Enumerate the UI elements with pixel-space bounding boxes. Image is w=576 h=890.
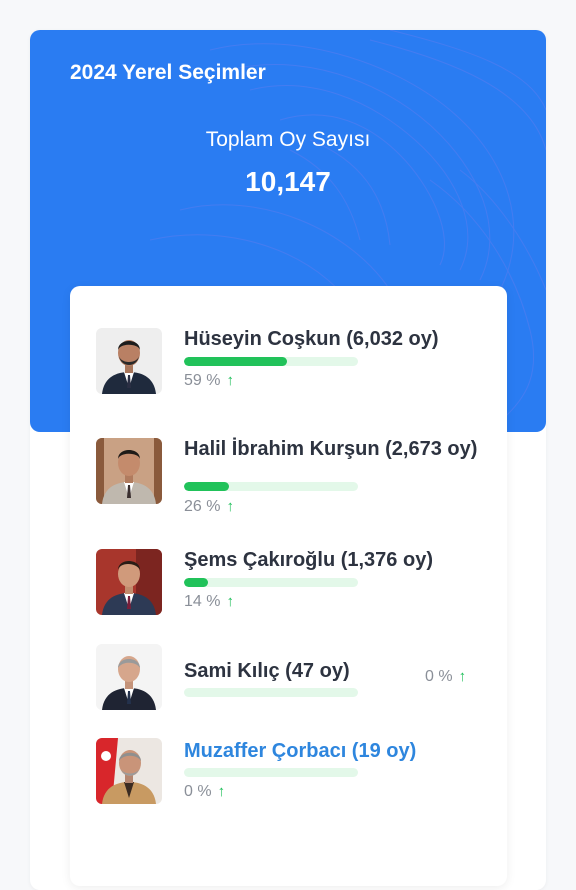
percentage-value: 59 % [184, 372, 221, 389]
percentage-value: 14 % [184, 593, 221, 610]
total-votes-label: Toplam Oy Sayısı [205, 128, 371, 151]
percentage-value: 0 % [184, 783, 212, 800]
page-title: 2024 Yerel Seçimler [70, 61, 266, 84]
arrow-up-icon: ↑ [226, 372, 234, 389]
candidate-name[interactable]: Şems Çakıroğlu (1,376 oy) [184, 545, 484, 575]
vote-percentage: 0 % ↑ [425, 668, 466, 686]
candidate-photo [96, 549, 162, 615]
candidate-photo [96, 738, 162, 804]
candidate-photo [96, 438, 162, 504]
candidate-photo [96, 644, 162, 710]
percentage-value: 0 % [425, 668, 453, 685]
results-list: Hüseyin Coşkun (6,032 oy) 59 % ↑ Halil İb… [70, 286, 507, 886]
candidate-name[interactable]: Halil İbrahim Kurşun (2,673 oy) [184, 434, 484, 464]
vote-share-bar-fill [184, 578, 209, 587]
percentage-value: 26 % [184, 498, 221, 515]
arrow-up-icon: ↑ [217, 783, 226, 800]
arrow-up-icon: ↑ [226, 498, 234, 515]
vote-percentage: 14 % ↑ [184, 593, 234, 611]
total-votes-value: 10,147 [245, 166, 331, 197]
vote-share-bar [184, 357, 358, 366]
arrow-up-icon: ↑ [226, 593, 234, 610]
vote-percentage: 0 % ↑ [184, 783, 225, 801]
vote-share-bar [184, 688, 358, 697]
candidate-name[interactable]: Hüseyin Coşkun (6,032 oy) [184, 324, 484, 354]
vote-share-bar [184, 482, 358, 491]
arrow-up-icon: ↑ [458, 668, 467, 685]
vote-percentage: 59 % ↑ [184, 372, 234, 390]
vote-share-bar-fill [184, 482, 230, 491]
vote-share-bar [184, 578, 358, 587]
candidate-photo [96, 328, 162, 394]
candidate-name-link[interactable]: Muzaffer Çorbacı (19 oy) [184, 736, 484, 766]
vote-percentage: 26 % ↑ [184, 498, 234, 516]
vote-share-bar [184, 768, 358, 777]
vote-share-bar-fill [184, 357, 287, 366]
